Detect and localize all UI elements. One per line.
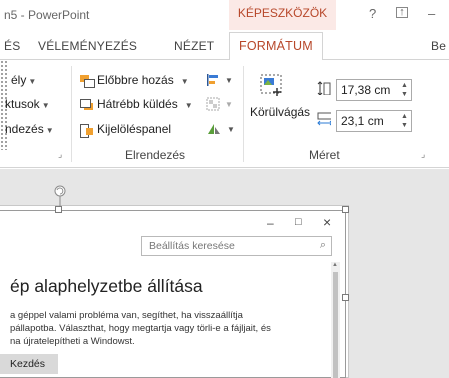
dropdown-arrow-icon: ▼: [184, 101, 193, 110]
ribbon-partial-label-1: ély: [11, 73, 27, 87]
ribbon-partial-item-3[interactable]: ndezés ▼: [5, 122, 54, 136]
ribbon-partial-item-1[interactable]: ély ▼: [11, 73, 36, 87]
dropdown-arrow-icon: ▼: [45, 126, 54, 135]
width-input[interactable]: 23,1 cm ▲ ▼: [336, 110, 412, 132]
size-group-label: Méret: [309, 148, 340, 162]
height-input[interactable]: 17,38 cm ▲ ▼: [336, 79, 412, 101]
align-icon: [207, 73, 218, 86]
tab-velemenyezes[interactable]: VÉLEMÉNYEZÉS: [38, 39, 137, 53]
crop-icon: [260, 74, 282, 96]
tab-partial-es[interactable]: ÉS: [4, 39, 20, 53]
minimize-icon[interactable]: –: [428, 6, 435, 21]
ribbon-tab-bar: ÉS VÉLEMÉNYEZÉS NÉZET FORMÁTUM Be: [0, 30, 449, 61]
height-spinner-icon[interactable]: ▲ ▼: [401, 81, 409, 99]
crop-label[interactable]: Körülvágás: [250, 105, 310, 119]
rotate-button[interactable]: ▼: [206, 121, 235, 136]
resize-handle-top-right[interactable]: [342, 206, 349, 213]
dropdown-arrow-icon: ▼: [225, 76, 233, 85]
tab-formatum[interactable]: FORMÁTUM: [229, 32, 323, 61]
dropdown-arrow-icon: ▼: [225, 100, 233, 109]
shape-width-icon: [317, 112, 331, 126]
width-value: 23,1 cm: [341, 114, 384, 128]
bring-forward-button[interactable]: Előbbre hozás ▼: [80, 73, 189, 88]
resize-handle-top[interactable]: [55, 206, 62, 213]
scrollbar-thumb[interactable]: [333, 272, 338, 378]
title-bar: n5 - PowerPoint KÉPESZKÖZÖK ? ↑ –: [0, 0, 449, 30]
align-button[interactable]: ▼: [206, 72, 233, 87]
ribbon-partial-label-3: ndezés: [5, 122, 44, 136]
ribbon: ély ▼ ktusok ▼ ndezés ▼ ⌟ Előbbre hozás ▼ Há…: [0, 60, 449, 168]
start-button[interactable]: Kezdés: [0, 354, 58, 374]
selection-pane-icon: [80, 123, 94, 138]
dropdown-arrow-icon: ▼: [180, 77, 189, 86]
group-separator: [243, 66, 244, 162]
shape-height-icon: [317, 81, 331, 95]
send-backward-button[interactable]: Hátrébb küldés ▼: [80, 97, 193, 111]
search-placeholder: Beállítás keresése: [149, 240, 235, 252]
app-title: n5 - PowerPoint: [4, 8, 90, 22]
dialog-minimize-icon[interactable]: –: [267, 216, 274, 230]
crop-button[interactable]: [258, 72, 286, 100]
question-icon[interactable]: ?: [369, 6, 376, 21]
rotate-icon: [208, 123, 220, 134]
dropdown-arrow-icon: ▼: [227, 125, 235, 134]
tab-partial-be[interactable]: Be: [431, 39, 446, 53]
width-spinner-icon[interactable]: ▲ ▼: [401, 112, 409, 130]
dropdown-arrow-icon: ▼: [28, 77, 37, 86]
ribbon-partial-label-2: ktusok: [5, 97, 40, 111]
description-line: pállapotba. Választhat, hogy megtartja v…: [10, 323, 271, 334]
dialog-launcher-icon[interactable]: ⌟: [58, 149, 62, 160]
search-icon: ⌕: [319, 239, 326, 251]
dialog-maximize-icon[interactable]: □: [295, 216, 302, 228]
send-backward-icon: [80, 98, 94, 111]
tab-nezet[interactable]: NÉZET: [174, 39, 214, 53]
description-line: na újratelepítheti a Windowst.: [10, 336, 135, 347]
dialog-close-icon[interactable]: ×: [323, 214, 331, 230]
scroll-up-icon[interactable]: ▲: [332, 262, 338, 268]
context-tab-group: KÉPESZKÖZÖK: [229, 0, 336, 30]
ribbon-partial-item-2[interactable]: ktusok ▼: [5, 97, 50, 111]
bring-forward-label: Előbbre hozás: [97, 73, 174, 87]
reset-pc-heading: ép alaphelyzetbe állítása: [10, 276, 203, 296]
group-icon: [206, 97, 220, 111]
group-button[interactable]: ▼: [206, 96, 233, 111]
group-separator: [71, 66, 72, 162]
send-backward-label: Hátrébb küldés: [97, 97, 178, 111]
selection-pane-label: Kijelöléspanel: [97, 122, 172, 136]
height-value: 17,38 cm: [341, 83, 391, 97]
arrange-group-label: Elrendezés: [125, 148, 186, 162]
resize-handle-right[interactable]: [342, 294, 349, 301]
dropdown-arrow-icon: ▼: [41, 101, 50, 110]
ribbon-display-icon[interactable]: ↑: [396, 7, 408, 18]
selection-pane-button[interactable]: Kijelöléspanel: [80, 122, 172, 138]
description-line: a géppel valami probléma van, segíthet, …: [10, 310, 243, 321]
reset-pc-description: a géppel valami probléma van, segíthet, …: [10, 309, 310, 348]
bring-forward-icon: [80, 74, 95, 88]
dialog-launcher-icon[interactable]: ⌟: [421, 149, 425, 160]
settings-search-input[interactable]: Beállítás keresése ⌕: [141, 236, 332, 256]
